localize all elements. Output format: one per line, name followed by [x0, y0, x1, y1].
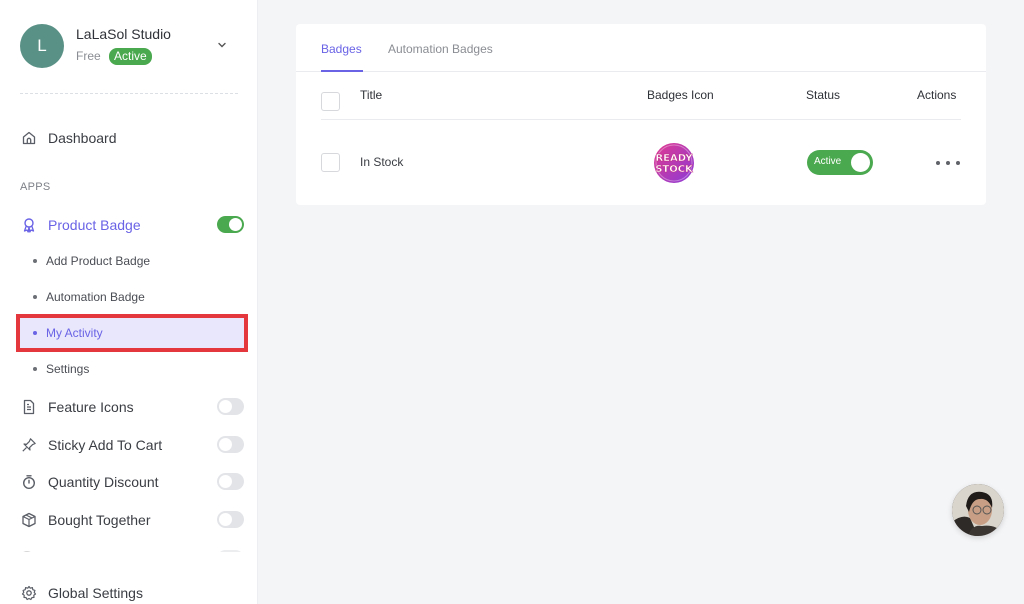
- sidebar-item-label: Bought Together: [48, 512, 151, 528]
- tab-badges[interactable]: Badges: [321, 42, 362, 56]
- sidebar-item-global-settings[interactable]: Global Settings: [20, 581, 244, 604]
- more-actions-icon[interactable]: [936, 158, 960, 168]
- document-icon: [20, 398, 38, 416]
- sidebar-item-dashboard[interactable]: Dashboard: [20, 126, 244, 150]
- feature-icons-toggle[interactable]: [217, 398, 244, 415]
- account-name: LaLaSol Studio: [76, 26, 171, 42]
- badge-text-line-2: STOCK: [655, 164, 694, 175]
- badge-text-line-1: READY: [655, 153, 693, 164]
- column-header-status: Status: [806, 88, 841, 102]
- quantity-discount-toggle[interactable]: [217, 473, 244, 490]
- ready-stock-badge-icon: READY STOCK: [654, 143, 694, 183]
- tab-automation-badges[interactable]: Automation Badges: [388, 42, 493, 56]
- sidebar-scroll-clip: [0, 540, 257, 552]
- account-plan: Free: [76, 49, 101, 63]
- header-divider: [321, 119, 961, 120]
- stopwatch-icon: [20, 473, 38, 491]
- badges-card: Badges Automation Badges Title Badges Ic…: [296, 24, 986, 205]
- column-header-title: Title: [360, 88, 383, 102]
- sidebar-subitem-settings[interactable]: Settings: [18, 352, 246, 386]
- pin-icon: [20, 436, 38, 454]
- sidebar-subitem-label: My Activity: [46, 326, 103, 340]
- row-checkbox[interactable]: [321, 153, 340, 172]
- sidebar-subitem-label: Settings: [46, 362, 90, 376]
- sidebar-item-label: Product Badge: [48, 217, 141, 233]
- bullet-icon: [33, 259, 37, 263]
- account-avatar: L: [20, 24, 64, 68]
- account-status-badge: Active: [109, 48, 152, 65]
- badge-ribbon-icon: [20, 216, 38, 234]
- chevron-down-icon[interactable]: [216, 39, 228, 51]
- sidebar-subitem-label: Automation Badge: [46, 290, 145, 304]
- tab-bar: Badges Automation Badges: [296, 24, 986, 72]
- sidebar-item-product-badge[interactable]: Product Badge: [20, 213, 244, 237]
- bullet-icon: [33, 367, 37, 371]
- sidebar-subitem-automation-badge[interactable]: Automation Badge: [18, 280, 246, 314]
- person-photo-icon: [952, 484, 1004, 536]
- product-badge-toggle[interactable]: [217, 216, 244, 233]
- sidebar-subitem-my-activity[interactable]: My Activity: [16, 314, 248, 352]
- select-all-checkbox[interactable]: [321, 92, 340, 111]
- sidebar-item-label: Quantity Discount: [48, 474, 159, 490]
- clipped-nav-item: [20, 548, 244, 552]
- sidebar-item-sticky-add-to-cart[interactable]: Sticky Add To Cart: [20, 433, 244, 457]
- column-header-actions: Actions: [917, 88, 957, 102]
- section-label-apps: APPS: [20, 181, 51, 193]
- account-switcher[interactable]: L LaLaSol Studio Free Active: [20, 24, 240, 68]
- sidebar-item-bought-together[interactable]: Bought Together: [20, 508, 244, 532]
- sidebar-item-feature-icons[interactable]: Feature Icons: [20, 395, 244, 419]
- column-header-badges-icon: Badges Icon: [647, 88, 714, 102]
- divider: [20, 93, 238, 94]
- sidebar-item-label: Sticky Add To Cart: [48, 437, 163, 453]
- bullet-icon: [33, 331, 37, 335]
- sidebar-item-label: Feature Icons: [48, 399, 134, 415]
- box-icon: [20, 511, 38, 529]
- sidebar-subitem-add-product-badge[interactable]: Add Product Badge: [18, 244, 246, 278]
- sidebar-subitem-label: Add Product Badge: [46, 254, 151, 268]
- row-title: In Stock: [360, 155, 404, 169]
- sidebar-item-label: Global Settings: [48, 585, 143, 601]
- status-toggle[interactable]: Active: [807, 150, 873, 175]
- home-icon: [20, 129, 38, 147]
- status-label: Active: [814, 156, 842, 167]
- gear-icon: [20, 584, 38, 602]
- support-chat-avatar[interactable]: [952, 484, 1004, 536]
- sticky-add-to-cart-toggle[interactable]: [217, 436, 244, 453]
- active-tab-indicator: [321, 70, 363, 72]
- sidebar-item-quantity-discount[interactable]: Quantity Discount: [20, 470, 244, 494]
- sidebar-item-label: Dashboard: [48, 130, 117, 146]
- sidebar: L LaLaSol Studio Free Active Dashboard A…: [0, 0, 258, 604]
- bought-together-toggle[interactable]: [217, 511, 244, 528]
- bullet-icon: [33, 295, 37, 299]
